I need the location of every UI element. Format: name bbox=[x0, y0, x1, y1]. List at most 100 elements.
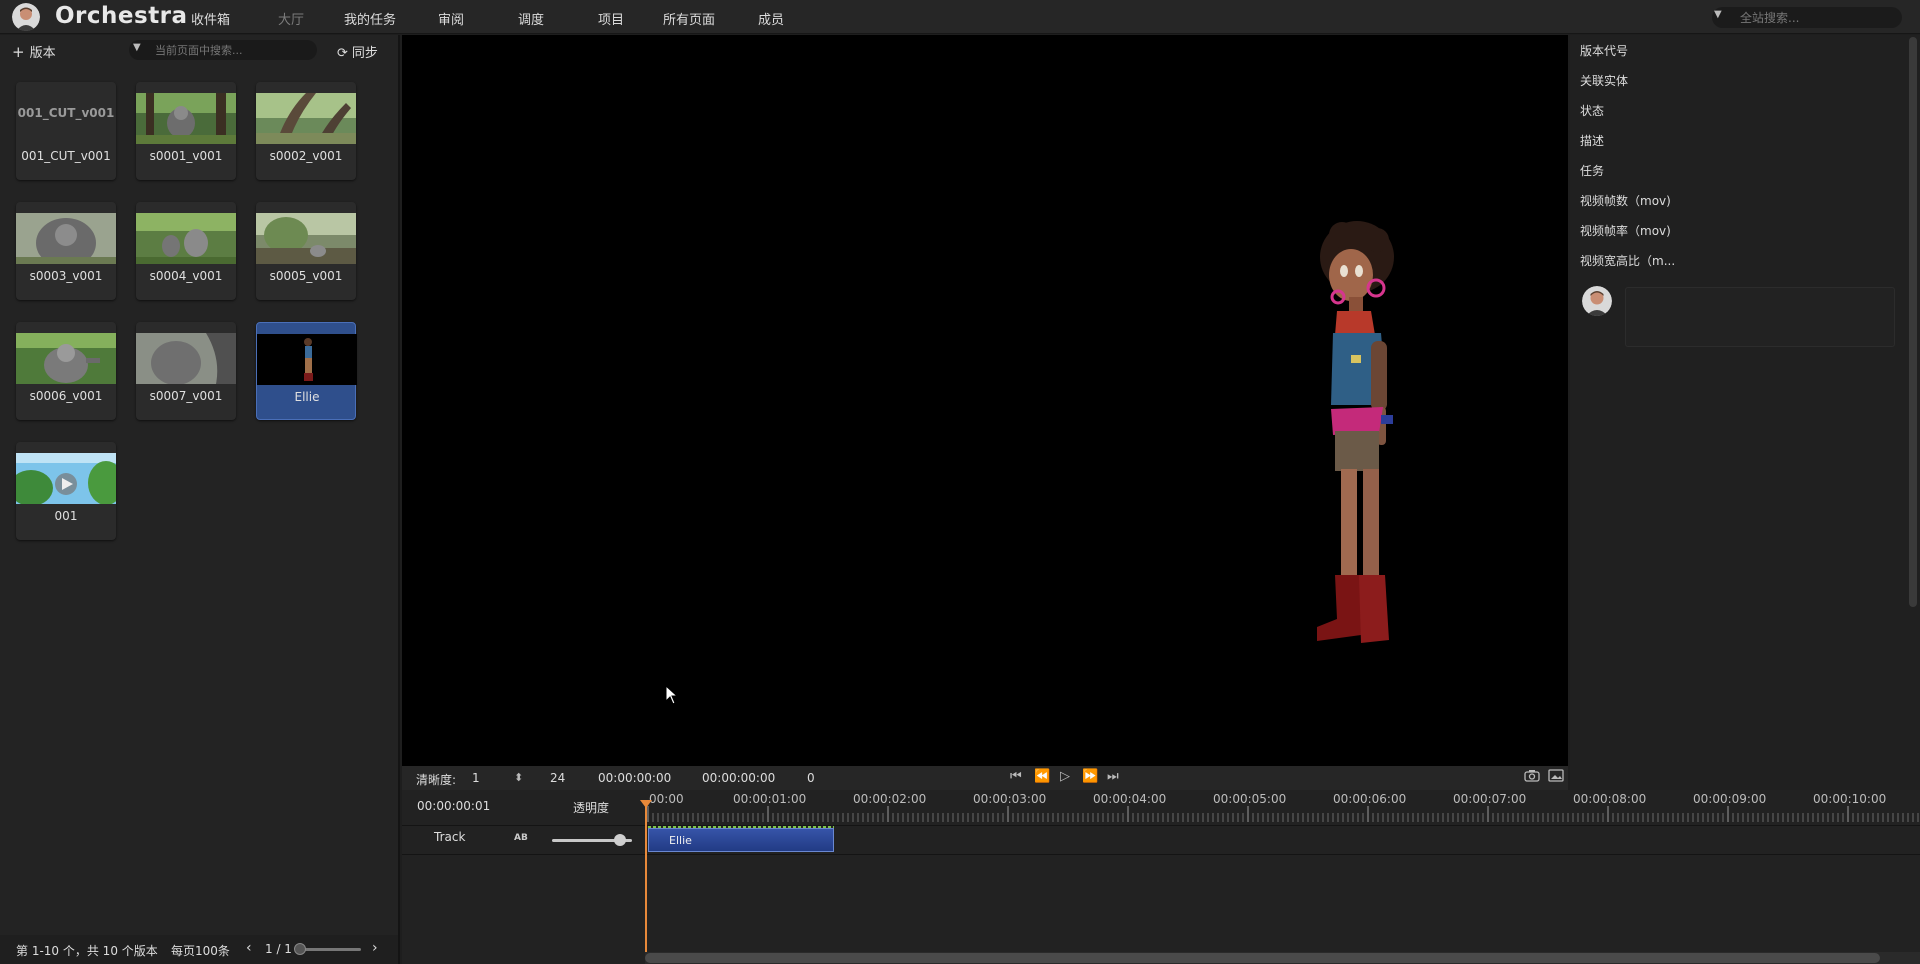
sync-button[interactable]: ⟳ 同步 bbox=[337, 42, 378, 61]
duration-time: 00:00:00:00 bbox=[702, 771, 776, 785]
divider bbox=[402, 825, 1920, 826]
timeline-scrollbar[interactable] bbox=[645, 952, 1920, 964]
character-frame bbox=[1317, 221, 1394, 643]
ruler-tick-label: 00:00:03:00 bbox=[973, 792, 1046, 806]
track-ab-icon[interactable]: AB bbox=[514, 833, 528, 843]
add-version-button[interactable]: + 版本 bbox=[12, 42, 56, 61]
version-caption: Ellie bbox=[294, 390, 320, 404]
field-frame-count: 视频帧数（mov) bbox=[1580, 194, 1671, 208]
thumbnail-text: 001_CUT_v001 bbox=[17, 106, 115, 120]
playback-controls: 清晰度: 1 ⬍ 24 00:00:00:00 00:00:00:00 0 ⏮ … bbox=[402, 766, 1568, 790]
ruler-tick-label: 00:00:07:00 bbox=[1453, 792, 1526, 806]
version-card[interactable]: s0006_v001 bbox=[16, 322, 116, 420]
chevron-right-icon[interactable]: › bbox=[372, 940, 378, 956]
ruler-tick-label: 00:00:10:00 bbox=[1813, 792, 1886, 806]
per-page-select[interactable]: 每页100条 bbox=[171, 942, 230, 959]
version-card[interactable]: s0005_v001 bbox=[256, 202, 356, 300]
field-description: 描述 bbox=[1580, 134, 1605, 148]
ruler-tick-label: 00:00:05:00 bbox=[1213, 792, 1286, 806]
version-card[interactable]: s0007_v001 bbox=[136, 322, 236, 420]
rewind-icon[interactable]: ⏪ bbox=[1034, 769, 1050, 784]
version-caption: s0002_v001 bbox=[269, 149, 343, 163]
field-aspect-ratio: 视频宽高比（m... bbox=[1580, 254, 1676, 268]
global-search-input[interactable] bbox=[1740, 8, 1895, 27]
version-caption: 001 bbox=[54, 509, 78, 523]
comment-input[interactable] bbox=[1625, 287, 1895, 347]
chevron-down-icon[interactable]: ▼ bbox=[1714, 9, 1722, 20]
page-position: 1 / 1 bbox=[265, 942, 292, 956]
image-icon[interactable] bbox=[1548, 769, 1564, 786]
version-card[interactable]: 001_CUT_v001 001_CUT_v001 bbox=[16, 82, 116, 180]
version-card[interactable]: 001 bbox=[16, 442, 116, 540]
version-card[interactable]: s0001_v001 bbox=[136, 82, 236, 180]
timeline-clip[interactable]: Ellie bbox=[648, 828, 834, 852]
opacity-slider-handle[interactable] bbox=[614, 834, 626, 846]
play-icon[interactable]: ▷ bbox=[1060, 769, 1070, 784]
thumbnail bbox=[136, 93, 236, 144]
frame-number: 0 bbox=[807, 771, 815, 785]
field-frame-rate: 视频帧率（mov) bbox=[1580, 224, 1671, 238]
details-scrollbar[interactable] bbox=[1909, 37, 1917, 607]
stepper-icon[interactable]: ⬍ bbox=[514, 771, 523, 784]
nav-inbox[interactable]: 收件箱 bbox=[191, 9, 230, 28]
thumbnail bbox=[256, 93, 356, 144]
nav-projects[interactable]: 项目 bbox=[598, 9, 624, 28]
playhead[interactable] bbox=[645, 802, 647, 964]
nav-schedule[interactable]: 调度 bbox=[518, 9, 544, 28]
versions-panel: + 版本 ▼ ⟳同步 001_CUT_v001 001_CUT_v001 s000… bbox=[0, 35, 400, 964]
fast-forward-icon[interactable]: ⏩ bbox=[1082, 769, 1098, 784]
page-search-input[interactable] bbox=[155, 41, 305, 59]
ruler-tick-label: 00:00:08:00 bbox=[1573, 792, 1646, 806]
nav-my-tasks[interactable]: 我的任务 bbox=[344, 9, 396, 28]
mouse-cursor-icon bbox=[665, 684, 679, 709]
divider bbox=[402, 854, 1920, 855]
version-caption: s0007_v001 bbox=[149, 389, 223, 403]
thumbnail bbox=[256, 213, 356, 264]
version-card[interactable]: s0004_v001 bbox=[136, 202, 236, 300]
page-slider-track[interactable] bbox=[297, 948, 361, 951]
ruler-tick-label: 00:00:06:00 bbox=[1333, 792, 1406, 806]
version-caption: s0006_v001 bbox=[29, 389, 103, 403]
media-viewer[interactable] bbox=[402, 35, 1568, 766]
timeline-scroll-thumb[interactable] bbox=[645, 953, 1880, 963]
track-name: Track bbox=[434, 830, 466, 844]
version-caption: s0003_v001 bbox=[29, 269, 103, 283]
thumbnail bbox=[16, 333, 116, 384]
thumbnail bbox=[16, 453, 116, 504]
chevron-down-icon[interactable]: ▼ bbox=[133, 42, 141, 53]
chevron-left-icon[interactable]: ‹ bbox=[246, 940, 252, 956]
add-version-label: 版本 bbox=[29, 46, 56, 61]
user-avatar[interactable] bbox=[12, 3, 40, 31]
ruler-tick-label: 00:00:09:00 bbox=[1693, 792, 1766, 806]
version-card[interactable]: s0002_v001 bbox=[256, 82, 356, 180]
nav-review[interactable]: 审阅 bbox=[438, 9, 464, 28]
timeline-current-time: 00:00:00:01 bbox=[417, 799, 491, 813]
page-slider-handle[interactable] bbox=[294, 943, 306, 955]
field-status: 状态 bbox=[1580, 104, 1605, 118]
top-nav-bar: Orchestra 收件箱 大厅 我的任务 审阅 调度 项目 所有页面 成员 ▼ bbox=[0, 0, 1920, 34]
thumbnail bbox=[136, 333, 236, 384]
field-task: 任务 bbox=[1580, 164, 1605, 178]
nav-members[interactable]: 成员 bbox=[758, 9, 784, 28]
clip-label: Ellie bbox=[669, 834, 692, 847]
nav-all-pages[interactable]: 所有页面 bbox=[663, 9, 715, 28]
camera-icon[interactable] bbox=[1524, 769, 1540, 786]
version-card-selected[interactable]: Ellie bbox=[256, 322, 357, 420]
quality-label: 清晰度: bbox=[416, 773, 457, 787]
current-time: 00:00:00:00 bbox=[598, 771, 672, 785]
commenter-avatar bbox=[1582, 286, 1612, 316]
sync-label: 同步 bbox=[351, 46, 378, 61]
app-title: Orchestra bbox=[55, 3, 188, 29]
ruler-tick-label: 00:00:04:00 bbox=[1093, 792, 1166, 806]
ruler-tick-label: 00:00:01:00 bbox=[733, 792, 806, 806]
timeline-ruler[interactable]: 00:00 00:00:01:00 00:00:02:00 00:00:03:00 00… bbox=[645, 790, 1920, 825]
ruler-tick-label: 00:00:02:00 bbox=[853, 792, 926, 806]
quality-value[interactable]: 1 bbox=[472, 771, 480, 785]
field-version-code: 版本代号 bbox=[1580, 44, 1629, 58]
details-panel: 版本代号 关联实体 状态 描述 任务 视频帧数（mov) 视频帧率（mov) 视… bbox=[1570, 35, 1920, 790]
skip-end-icon[interactable]: ⏭ bbox=[1107, 769, 1119, 784]
thumbnail bbox=[136, 213, 236, 264]
nav-lobby[interactable]: 大厅 bbox=[278, 9, 304, 28]
version-card[interactable]: s0003_v001 bbox=[16, 202, 116, 300]
skip-start-icon[interactable]: ⏮ bbox=[1010, 769, 1022, 784]
